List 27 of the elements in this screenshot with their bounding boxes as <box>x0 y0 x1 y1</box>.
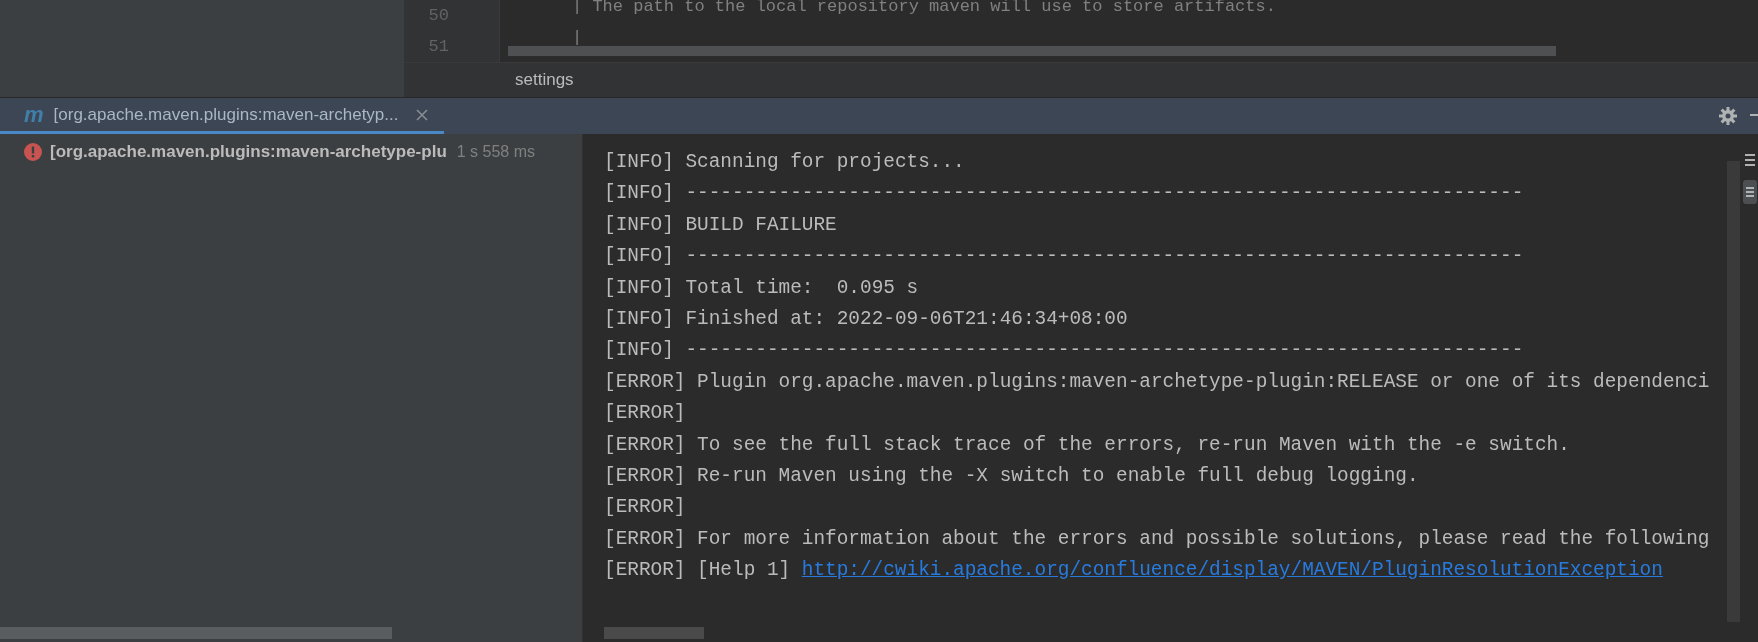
scrollbar[interactable] <box>508 46 1556 56</box>
console-line: [ERROR] [Help 1] <box>604 558 791 584</box>
close-icon[interactable] <box>416 108 429 121</box>
console-line: [ERROR] Re-run Maven using the -X switch to enable full debug logging. <box>604 464 1420 490</box>
console-line: [ERROR] <box>604 401 687 427</box>
error-icon <box>24 143 42 161</box>
soft-wrap-icon[interactable] <box>1745 154 1755 166</box>
console-line: [ERROR] For more information about the errors and possible solutions, please read the following <box>604 526 1711 552</box>
minimize-icon[interactable] <box>1750 114 1758 118</box>
console-line: [INFO] Finished at: 2022-09-06T21:46:34+08:00 <box>604 307 1129 333</box>
console-line: [INFO] BUILD FAILURE <box>604 212 838 238</box>
help-link[interactable]: http://cwiki.apache.org/confluence/display/MAVEN/PluginResolutionException <box>801 555 1663 587</box>
console-line: [ERROR] Plugin org.apache.maven.plugins:maven-archetype-plugin:RELEASE or one of its dependenci <box>604 369 1711 395</box>
breadcrumb[interactable]: settings <box>515 70 574 90</box>
settings-icon[interactable] <box>1718 106 1738 126</box>
console-line: [ERROR] To see the full stack trace of the errors, re-run Maven with the -e switch. <box>604 432 1571 458</box>
console-line: [INFO] Total time: 0.095 s <box>604 275 920 301</box>
scrollbar[interactable] <box>0 627 392 639</box>
console-line: [INFO] ------------------------------------------------------------------------ <box>604 181 1525 207</box>
code-line: | <box>572 27 583 49</box>
console-line: [INFO] ------------------------------------------------------------------------ <box>604 338 1525 364</box>
console-line: [INFO] ------------------------------------------------------------------------ <box>604 244 1525 270</box>
scrollbar[interactable] <box>604 627 704 639</box>
tree-item[interactable]: [org.apache.maven.plugins:maven-archetype-plu 1 s 558 ms <box>0 134 582 164</box>
console-line: [ERROR] <box>604 495 687 521</box>
console-line: [INFO] Scanning for projects... <box>604 150 966 175</box>
scroll-to-end-icon[interactable] <box>1743 180 1757 204</box>
